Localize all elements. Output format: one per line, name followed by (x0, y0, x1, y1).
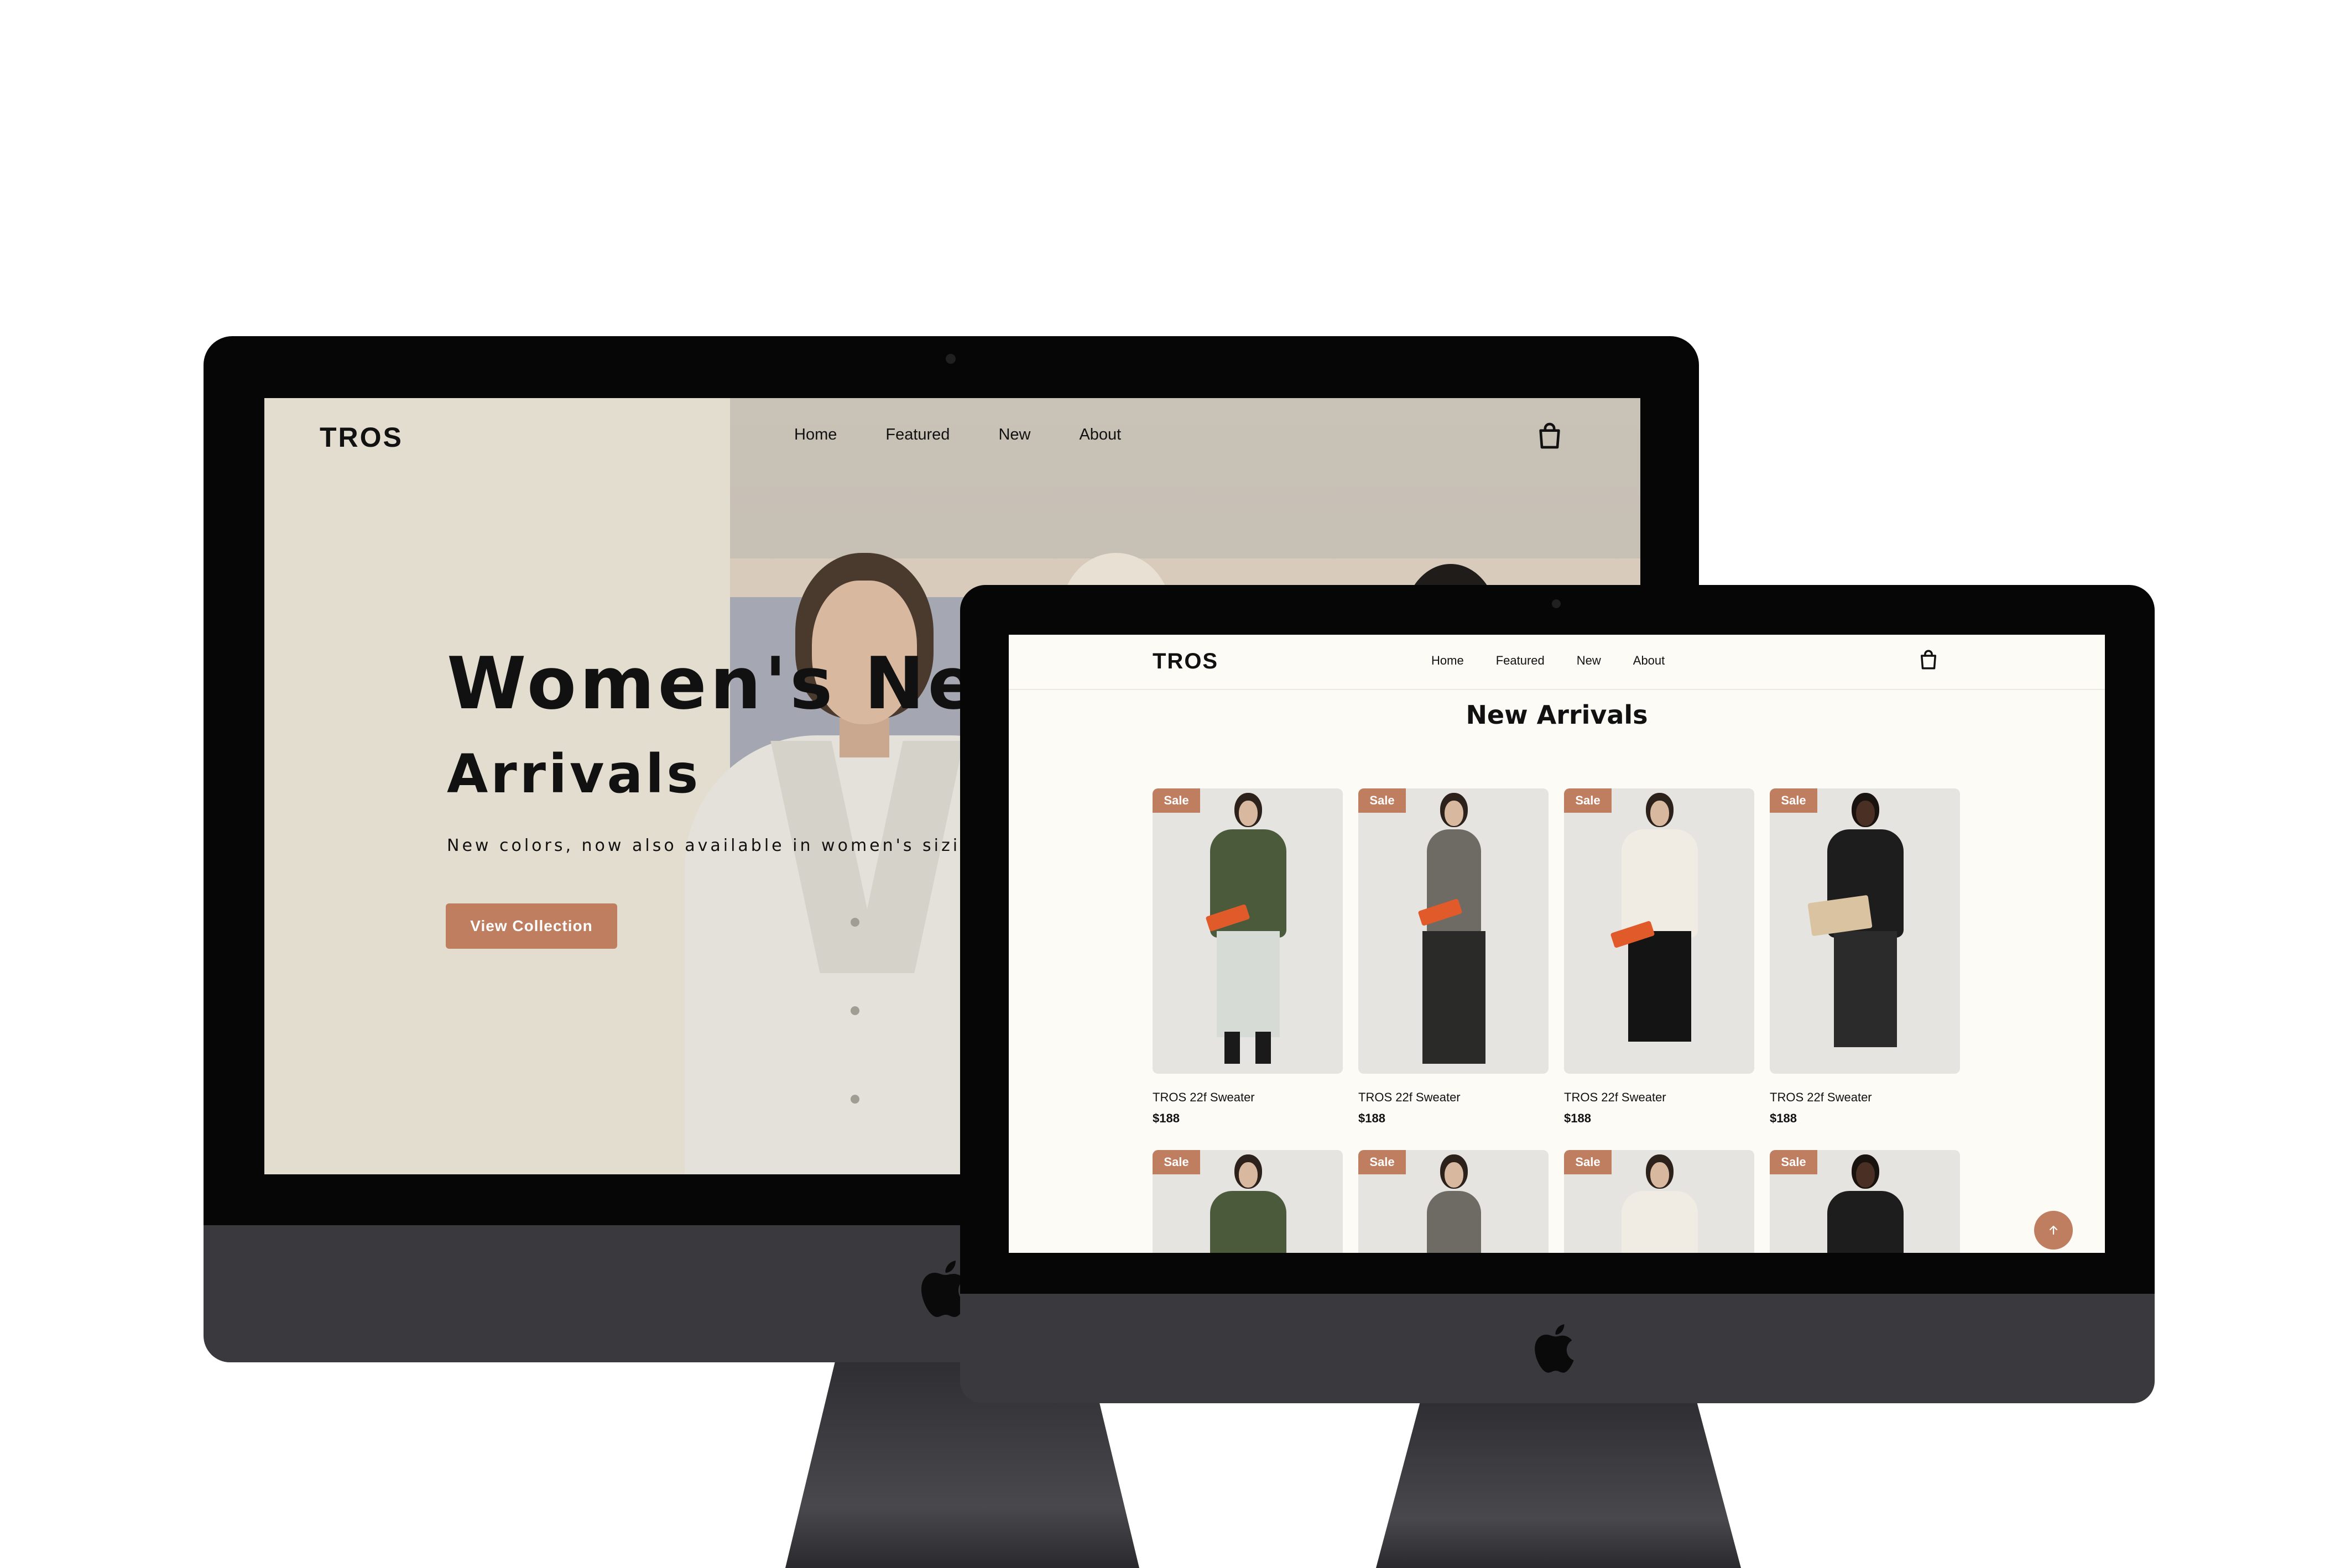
garment-bottom (1834, 931, 1897, 1047)
model-face (1650, 1162, 1669, 1188)
shopping-bag-icon[interactable] (1534, 420, 1565, 451)
product-image[interactable]: Sale (1358, 1150, 1549, 1253)
new-arrivals-screen: TROS Home Featured New About New Arrival… (1009, 635, 2105, 1253)
product-card[interactable]: Sale (1770, 1150, 1960, 1253)
boot-left (1224, 1032, 1240, 1064)
nav-about[interactable]: About (1079, 426, 1121, 444)
garment-top (1622, 1191, 1698, 1253)
webcam-small (1552, 599, 1561, 608)
model-face (1239, 801, 1258, 826)
product-image[interactable]: Sale (1564, 788, 1754, 1074)
coat-button (851, 918, 859, 927)
garment-top (1827, 1191, 1904, 1253)
nav-about[interactable]: About (1633, 654, 1665, 668)
nav-new[interactable]: New (1577, 654, 1601, 668)
boot-right (1255, 1032, 1271, 1064)
product-name[interactable]: TROS 22f Sweater (1358, 1090, 1549, 1105)
product-name[interactable]: TROS 22f Sweater (1564, 1090, 1754, 1105)
sale-badge: Sale (1358, 788, 1406, 813)
garment-top (1622, 829, 1698, 938)
product-image[interactable]: Sale (1153, 1150, 1343, 1253)
main-nav: Home Featured New About (794, 426, 1121, 444)
nav-featured[interactable]: Featured (1496, 654, 1545, 668)
nav-home[interactable]: Home (1431, 654, 1464, 668)
product-card[interactable]: Sale TROS 22f Sweater $188 (1153, 788, 1343, 1126)
sale-badge: Sale (1770, 1150, 1817, 1174)
product-card[interactable]: Sale (1358, 1150, 1549, 1253)
product-price: $188 (1564, 1111, 1591, 1125)
hero-subtitle: New colors, now also available in women'… (447, 836, 995, 855)
model-face (1650, 801, 1669, 826)
scroll-to-top-button[interactable] (2034, 1211, 2073, 1250)
product-name[interactable]: TROS 22f Sweater (1770, 1090, 1960, 1105)
product-name[interactable]: TROS 22f Sweater (1153, 1090, 1343, 1105)
model-face (1239, 1162, 1258, 1188)
sale-badge: Sale (1564, 1150, 1612, 1174)
hero-title: Women's New (447, 641, 1050, 725)
product-card[interactable]: Sale TROS 22f Sweater $188 (1564, 788, 1754, 1126)
sale-badge: Sale (1564, 788, 1612, 813)
monitor-stand-small (1376, 1403, 1741, 1568)
product-card[interactable]: Sale TROS 22f Sweater $188 (1358, 788, 1549, 1126)
shopping-bag-icon[interactable] (1917, 648, 1940, 671)
product-image[interactable]: Sale (1153, 788, 1343, 1074)
product-price: $188 (1153, 1111, 1180, 1125)
nav-home[interactable]: Home (794, 426, 837, 444)
main-nav: Home Featured New About (1431, 654, 1665, 668)
product-card[interactable]: Sale (1153, 1150, 1343, 1253)
section-title: New Arrivals (1466, 700, 1648, 730)
hero-title-line2: Arrivals (447, 743, 701, 805)
product-price: $188 (1770, 1111, 1797, 1125)
product-price: $188 (1358, 1111, 1385, 1125)
garment-bottom (1217, 931, 1280, 1037)
product-image[interactable]: Sale (1358, 788, 1549, 1074)
sale-badge: Sale (1358, 1150, 1406, 1174)
brand-logo[interactable]: TROS (1153, 649, 1218, 674)
model-face (1856, 801, 1875, 826)
nav-new[interactable]: New (998, 426, 1030, 444)
product-image[interactable]: Sale (1770, 788, 1960, 1074)
brand-logo[interactable]: TROS (320, 421, 403, 453)
product-card[interactable]: Sale TROS 22f Sweater $188 (1770, 788, 1960, 1126)
model-face (1445, 1162, 1463, 1188)
coat-button (851, 1095, 859, 1104)
sale-badge: Sale (1770, 788, 1817, 813)
garment-top (1210, 1191, 1286, 1253)
product-card[interactable]: Sale (1564, 1150, 1754, 1253)
model-face (1856, 1162, 1875, 1188)
coat-button (851, 1006, 859, 1015)
webcam-large (946, 354, 956, 364)
arrow-up-icon (2049, 1225, 2058, 1235)
sale-badge: Sale (1153, 1150, 1200, 1174)
apple-logo-icon (1535, 1324, 1574, 1373)
sale-badge: Sale (1153, 788, 1200, 813)
model-face (1445, 801, 1463, 826)
product-image[interactable]: Sale (1770, 1150, 1960, 1253)
product-image[interactable]: Sale (1564, 1150, 1754, 1253)
garment-top (1427, 1191, 1481, 1253)
garment-bottom (1422, 931, 1485, 1064)
garment-bottom (1628, 931, 1691, 1042)
nav-featured[interactable]: Featured (885, 426, 950, 444)
view-collection-button[interactable]: View Collection (446, 903, 617, 949)
